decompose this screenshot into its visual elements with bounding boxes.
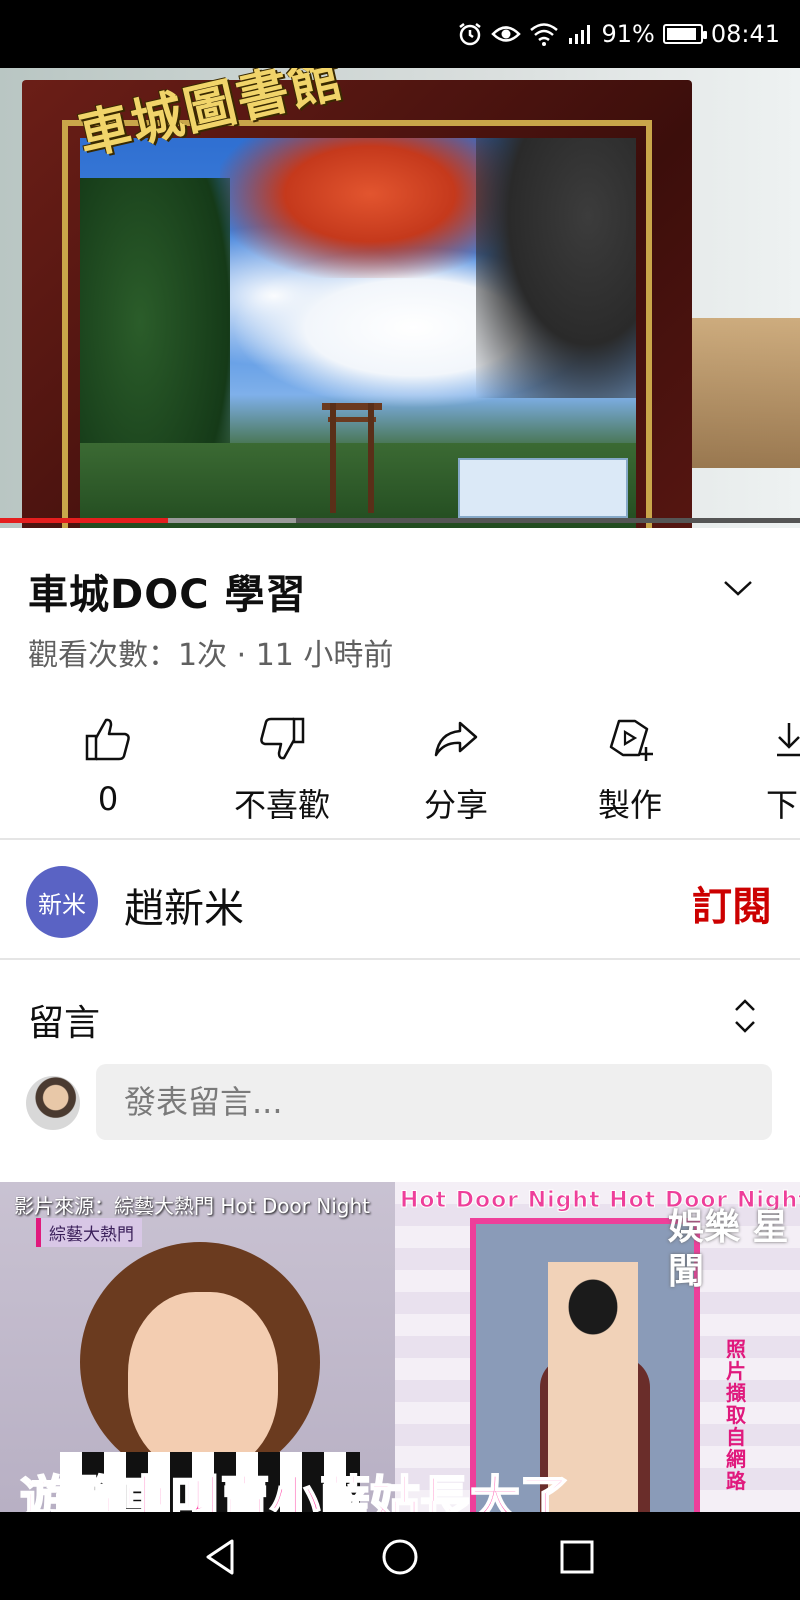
- battery-percent: 91%: [601, 20, 655, 48]
- framed-painting: [80, 138, 636, 528]
- like-count: 0: [97, 780, 119, 818]
- download-label: 下: [766, 786, 799, 824]
- share-icon: [366, 710, 546, 768]
- progress-played: [0, 518, 168, 523]
- download-button[interactable]: 下: [714, 710, 800, 830]
- battery-icon: [662, 24, 707, 44]
- thumbnail-source-text: 影片來源：綜藝大熱門 Hot Door Night: [14, 1194, 371, 1218]
- next-video-thumbnail[interactable]: 影片來源：綜藝大熱門 Hot Door Night 綜藝大熱門 Hot Door…: [0, 1182, 800, 1512]
- flame-tree: [220, 138, 520, 278]
- clock: 08:41: [710, 20, 780, 48]
- tree-right: [476, 138, 636, 398]
- channel-name[interactable]: 趙新米: [124, 876, 244, 934]
- alarm-icon: [457, 21, 483, 47]
- thumbnail-brand: 娛樂 星聞: [668, 1207, 789, 1292]
- create-button[interactable]: 製作: [540, 710, 720, 830]
- torii-gate: [322, 403, 382, 513]
- video-title: 車城DOC 學習: [28, 572, 307, 618]
- create-label: 製作: [597, 786, 662, 824]
- channel-avatar[interactable]: 新米: [26, 866, 98, 938]
- dislike-button[interactable]: 不喜歡: [192, 710, 372, 830]
- thumbnail-badge: 綜藝大熱門: [36, 1218, 142, 1247]
- share-label: 分享: [423, 786, 488, 824]
- battery-fill: [666, 28, 696, 40]
- chevron-down-icon: [724, 581, 752, 596]
- recents-icon[interactable]: [552, 1532, 602, 1582]
- eye-icon: [491, 23, 522, 45]
- user-avatar: [26, 1076, 80, 1130]
- subscribe-button[interactable]: 訂閱: [692, 874, 772, 932]
- back-icon[interactable]: [195, 1532, 245, 1582]
- thumbs-down-icon: [192, 710, 372, 768]
- create-icon: [540, 710, 720, 768]
- signal-icon: [567, 23, 593, 45]
- navigation-bar: [0, 1512, 800, 1600]
- expand-comments-button[interactable]: [730, 994, 760, 1038]
- video-player[interactable]: 車城圖書館: [0, 68, 800, 528]
- thumbnail-vertical-note: 照片擷取自網路: [726, 1337, 746, 1493]
- bookshelf: [685, 318, 800, 468]
- thumbnail-caption: 遊覽車叫賣小薩姑長大了: [19, 1470, 571, 1512]
- channel-row[interactable]: 新米 趙新米 訂閱: [0, 842, 800, 960]
- person-face: [128, 1292, 278, 1472]
- thumbs-up-icon: [18, 710, 198, 768]
- wifi-icon: [529, 22, 559, 46]
- share-button[interactable]: 分享: [366, 710, 546, 830]
- expand-description-button[interactable]: [720, 572, 756, 604]
- comments-title: 留言: [28, 1003, 101, 1044]
- comments-section[interactable]: 留言: [0, 962, 800, 1167]
- dislike-label: 不喜歡: [233, 786, 330, 824]
- like-button[interactable]: 0: [18, 710, 198, 830]
- comment-input[interactable]: [96, 1064, 772, 1140]
- video-info: 車城DOC 學習 觀看次數：1次 · 11 小時前: [0, 528, 800, 688]
- status-bar: 91% 08:41: [0, 0, 800, 68]
- painting-plaque: [458, 458, 628, 518]
- progress-bar[interactable]: [0, 518, 800, 523]
- action-row: 0 不喜歡 分享 製作 下: [0, 690, 800, 840]
- video-metadata: 觀看次數：1次 · 11 小時前: [28, 638, 394, 673]
- download-icon: [714, 710, 800, 768]
- home-icon[interactable]: [375, 1532, 425, 1582]
- unfold-icon: [735, 999, 755, 1033]
